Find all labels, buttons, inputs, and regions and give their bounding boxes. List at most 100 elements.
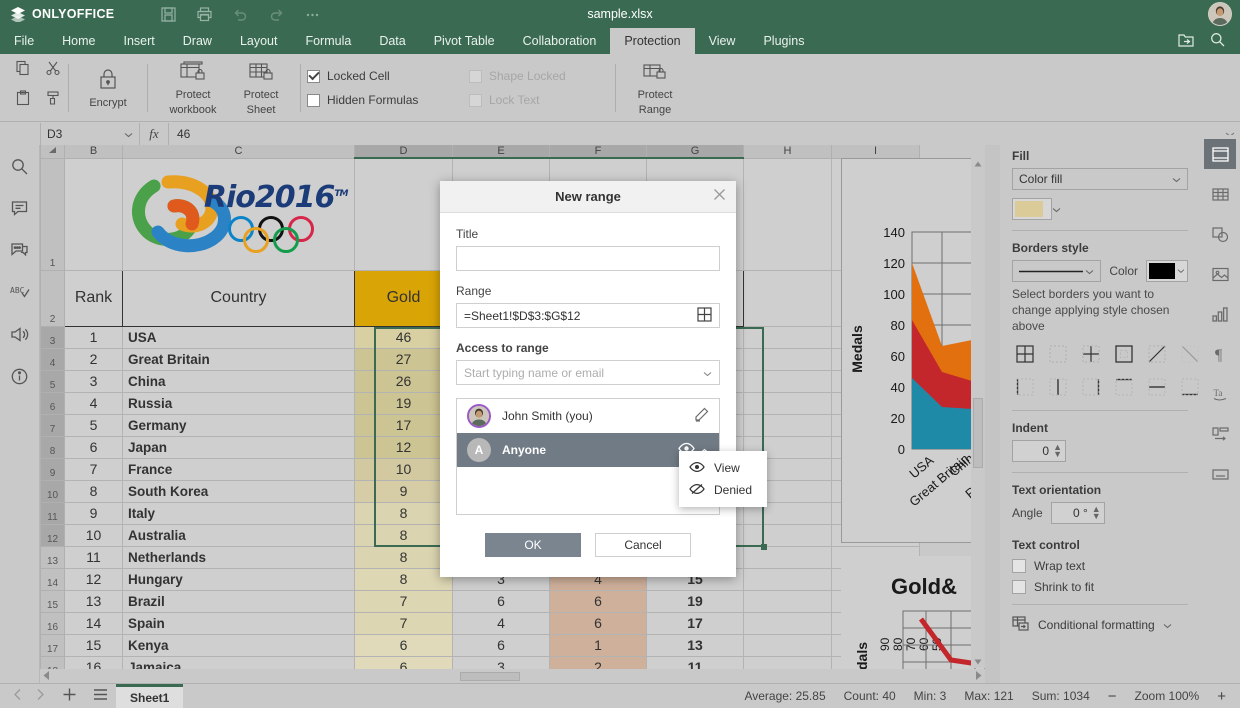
cell-C17[interactable]: Kenya: [123, 634, 355, 656]
conditional-formatting-button[interactable]: Conditional formatting: [1012, 615, 1188, 636]
chevron-down-icon[interactable]: [1052, 202, 1061, 216]
cell-H16[interactable]: [744, 612, 832, 634]
chart-settings-icon[interactable]: [1204, 299, 1236, 329]
tab-view[interactable]: View: [695, 28, 750, 54]
encrypt-button[interactable]: Encrypt: [77, 57, 139, 119]
row-header-16[interactable]: 16: [41, 612, 65, 634]
column-header-F[interactable]: F: [550, 145, 647, 158]
cell-H13[interactable]: [744, 546, 832, 568]
search-icon[interactable]: [7, 153, 33, 179]
name-box[interactable]: D3: [40, 123, 140, 145]
cell-D16[interactable]: 7: [355, 612, 453, 634]
comments-icon[interactable]: [7, 195, 33, 221]
text-art-settings-icon[interactable]: Ta: [1204, 379, 1236, 409]
function-icon[interactable]: fx: [140, 126, 168, 142]
chevron-down-icon[interactable]: [703, 366, 712, 380]
cell-G17[interactable]: 13: [647, 634, 744, 656]
cell-B15[interactable]: 13: [65, 590, 123, 612]
cell-C9[interactable]: France: [123, 458, 355, 480]
save-icon[interactable]: [150, 0, 186, 28]
cell-F17[interactable]: 1: [550, 634, 647, 656]
select-all-corner[interactable]: [41, 145, 65, 158]
border-color-button[interactable]: [1146, 260, 1188, 282]
ok-button[interactable]: OK: [485, 533, 581, 557]
user-avatar-container[interactable]: [1208, 2, 1232, 26]
column-header-B[interactable]: B: [65, 145, 123, 158]
border-diagonal-up-icon[interactable]: [1144, 341, 1170, 367]
signature-settings-icon[interactable]: [1204, 459, 1236, 489]
row-header-6[interactable]: 6: [41, 392, 65, 414]
chevron-down-icon[interactable]: [1163, 618, 1172, 632]
cell-E17[interactable]: 6: [453, 634, 550, 656]
row-header-8[interactable]: 8: [41, 436, 65, 458]
gold-line-chart[interactable]: Gold& dals 908070 6050: [841, 556, 985, 683]
horizontal-scrollbar[interactable]: [40, 669, 985, 683]
row-header-17[interactable]: 17: [41, 634, 65, 656]
hidden-formulas-checkbox[interactable]: [307, 94, 320, 107]
cell-B4[interactable]: 2: [65, 348, 123, 370]
more-icon[interactable]: [294, 0, 330, 28]
tab-insert[interactable]: Insert: [110, 28, 169, 54]
row-header-4[interactable]: 4: [41, 348, 65, 370]
border-line-style-select[interactable]: [1012, 260, 1101, 282]
cell-C15[interactable]: Brazil: [123, 590, 355, 612]
stepper-arrows-icon[interactable]: ▲▼: [1092, 506, 1101, 519]
feedback-icon[interactable]: [7, 321, 33, 347]
cell-C11[interactable]: Italy: [123, 502, 355, 524]
horizontal-scroll-thumb[interactable]: [460, 672, 520, 681]
cell-H14[interactable]: [744, 568, 832, 590]
chat-icon[interactable]: [7, 237, 33, 263]
cell-B1[interactable]: [65, 158, 123, 270]
cell-H2[interactable]: [744, 270, 832, 326]
paste-icon[interactable]: [15, 90, 31, 109]
cell-D14[interactable]: 8: [355, 568, 453, 590]
tab-file[interactable]: File: [0, 28, 48, 54]
indent-stepper[interactable]: 0 ▲▼: [1012, 440, 1066, 462]
cell-D12[interactable]: 8: [355, 524, 453, 546]
about-icon[interactable]: [7, 363, 33, 389]
cell-H4[interactable]: [744, 348, 832, 370]
wrap-text-checkbox[interactable]: [1012, 559, 1026, 573]
brand[interactable]: ONLYOFFICE: [0, 6, 114, 22]
cell-F15[interactable]: 6: [550, 590, 647, 612]
copy-icon[interactable]: [15, 60, 31, 79]
cell-D11[interactable]: 8: [355, 502, 453, 524]
row-header-11[interactable]: 11: [41, 502, 65, 524]
redo-icon[interactable]: [258, 0, 294, 28]
scroll-down-icon[interactable]: [972, 656, 984, 668]
cancel-button[interactable]: Cancel: [595, 533, 691, 557]
border-all-icon[interactable]: [1012, 341, 1038, 367]
cell-D5[interactable]: 26: [355, 370, 453, 392]
cell-D7[interactable]: 17: [355, 414, 453, 436]
border-vertical-icon[interactable]: [1045, 374, 1071, 400]
cell-C10[interactable]: South Korea: [123, 480, 355, 502]
table-row[interactable]: 1513Brazil76619: [41, 590, 920, 612]
list-icon[interactable]: [93, 688, 108, 705]
table-row[interactable]: 1614Spain74617: [41, 612, 920, 634]
border-bottom-icon[interactable]: [1177, 374, 1200, 400]
cell-B10[interactable]: 8: [65, 480, 123, 502]
cell-B12[interactable]: 10: [65, 524, 123, 546]
cell-H12[interactable]: [744, 524, 832, 546]
cell-C4[interactable]: Great Britain: [123, 348, 355, 370]
cell-E16[interactable]: 4: [453, 612, 550, 634]
border-top-icon[interactable]: [1111, 374, 1137, 400]
cell-C13[interactable]: Netherlands: [123, 546, 355, 568]
avatar[interactable]: [1208, 2, 1232, 26]
row-header-10[interactable]: 10: [41, 480, 65, 502]
border-outer-icon[interactable]: [1111, 341, 1137, 367]
cell-D4[interactable]: 27: [355, 348, 453, 370]
cell-B7[interactable]: 5: [65, 414, 123, 436]
protect-range-button[interactable]: Protect Range: [624, 57, 686, 119]
cell-D9[interactable]: 10: [355, 458, 453, 480]
cell-D17[interactable]: 6: [355, 634, 453, 656]
scroll-left-icon[interactable]: [42, 670, 51, 684]
border-none-icon[interactable]: [1045, 341, 1071, 367]
column-header-C[interactable]: C: [123, 145, 355, 158]
row-header-15[interactable]: 15: [41, 590, 65, 612]
cell-G16[interactable]: 17: [647, 612, 744, 634]
cell-C7[interactable]: Germany: [123, 414, 355, 436]
scroll-up-icon[interactable]: [972, 158, 984, 170]
cell-D1[interactable]: [355, 158, 453, 270]
cell-D3[interactable]: 46: [355, 326, 453, 348]
